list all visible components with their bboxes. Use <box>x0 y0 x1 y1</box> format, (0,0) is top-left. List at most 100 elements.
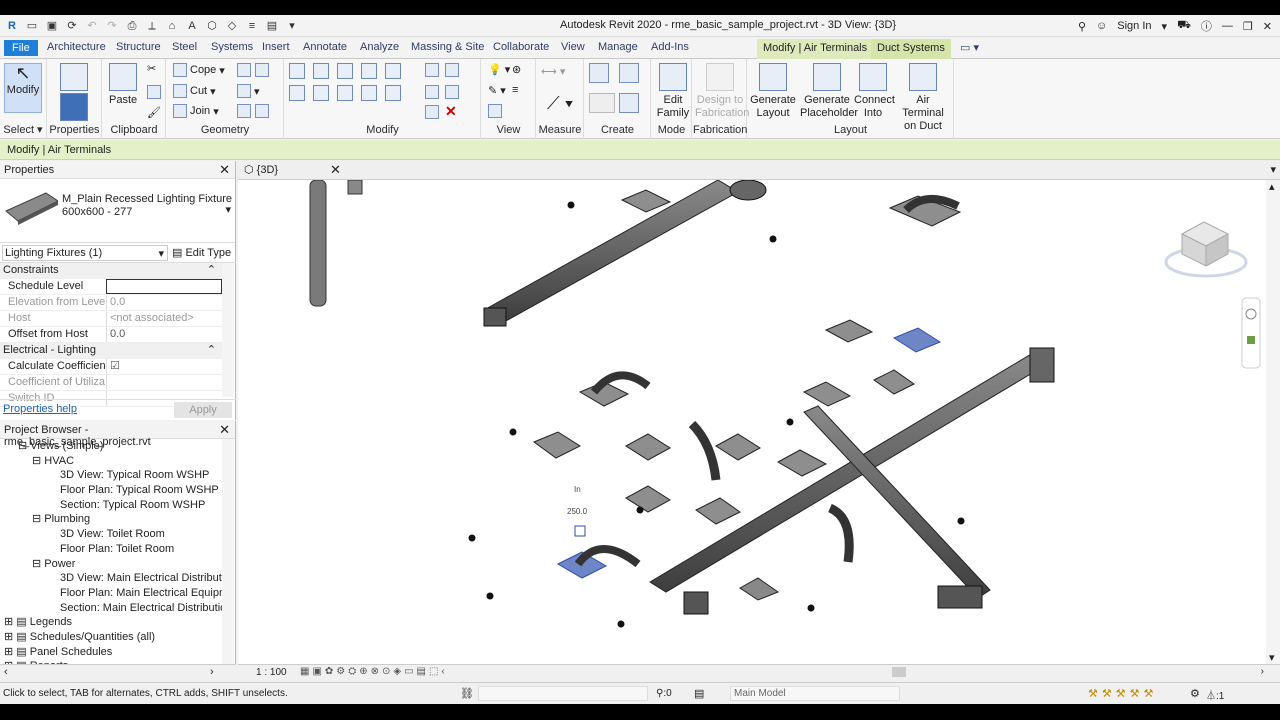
browser-tree-item[interactable]: ⊟ HVAC <box>0 454 222 469</box>
air-terminal-on-duct-button[interactable]: Air Terminal on Duct <box>896 63 950 133</box>
browser-tree-item[interactable]: ⊞ ▤ Legends <box>0 615 222 630</box>
remove-paint-icon[interactable] <box>255 104 269 118</box>
type-properties-button[interactable] <box>60 63 88 94</box>
measure-icon[interactable]: ⟷ ▾ <box>541 65 565 78</box>
create-similar-icon[interactable] <box>619 93 639 113</box>
cut-button[interactable]: Cut ▾ <box>173 84 216 98</box>
collapse-icon[interactable]: ⊟ <box>32 558 44 570</box>
browser-tree-item[interactable]: Floor Plan: Typical Room WSHP <box>0 483 222 498</box>
browser-tree-item[interactable]: ⊟ Plumbing <box>0 512 222 527</box>
thin-lines-icon[interactable]: ≡ <box>244 18 260 34</box>
3d-view-tab[interactable]: ⬡ {3D} <box>244 163 278 176</box>
selection-toggles[interactable]: ⚒⚒⚒⚒⚒ <box>1088 687 1157 700</box>
expand-icon[interactable]: ⊞ <box>4 646 16 658</box>
dimension-icon[interactable]: ⟋ ▾ <box>547 93 573 114</box>
view-control-icons[interactable]: ▦▣✿⚙⛭⊕⊗⊙◈▭▤⬚‹ <box>300 666 448 677</box>
trim-single-icon[interactable] <box>425 105 439 119</box>
switch-windows-icon[interactable]: ▤ <box>264 18 280 34</box>
browser-tree-item[interactable]: 3D View: Typical Room WSHP <box>0 468 222 483</box>
browser-tree-item[interactable]: ⊞ ▤ Schedules/Quantities (all) <box>0 630 222 645</box>
join-button[interactable]: Join ▾ <box>173 104 219 118</box>
customize-qat-icon[interactable]: ▾ <box>284 18 300 34</box>
select-dropdown[interactable]: Select ▾ <box>0 123 46 136</box>
browser-tree-item[interactable]: ⊟ Power <box>0 557 222 572</box>
selection-control[interactable] <box>574 525 586 537</box>
default-3d-icon[interactable]: ⬡ <box>204 18 220 34</box>
browser-hscroll[interactable]: ‹ › <box>0 664 236 680</box>
property-category[interactable]: Electrical - Lighting ⌃ <box>0 343 222 359</box>
tab-massing-site[interactable]: Massing & Site <box>411 41 484 53</box>
edit-type-button[interactable]: ▤ Edit Type <box>172 246 231 259</box>
browser-tree-item[interactable]: ⊞ ▤ Panel Schedules <box>0 645 222 660</box>
tab-analyze[interactable]: Analyze <box>360 41 399 53</box>
tab-modify-air-terminals[interactable]: Modify | Air Terminals <box>757 39 874 59</box>
chevron-down-icon[interactable]: ▾ <box>1270 163 1276 176</box>
offset-icon[interactable] <box>313 63 329 79</box>
hide-icon[interactable]: 💡 ▾ <box>488 63 510 76</box>
browser-tree-item[interactable]: Floor Plan: Main Electrical Equipmen <box>0 586 222 601</box>
create-parts-icon[interactable] <box>619 63 639 83</box>
binoculars-icon[interactable]: ⚲ <box>1078 20 1086 33</box>
undo-icon[interactable]: ↶ <box>84 18 100 34</box>
ribbon-options-icon[interactable]: ▭ ▾ <box>960 41 979 54</box>
revit-logo-icon[interactable]: R <box>4 18 20 34</box>
unpin-icon[interactable] <box>425 85 439 99</box>
tab-file[interactable]: File <box>4 40 38 56</box>
create-group-icon[interactable] <box>589 93 615 113</box>
tab-steel[interactable]: Steel <box>172 41 197 53</box>
design-options-icon[interactable]: ▤ <box>694 687 704 700</box>
type-selector[interactable]: M_Plain Recessed Lighting Fixture 600x600… <box>0 179 235 243</box>
copy-clip-icon[interactable] <box>147 85 161 99</box>
tab-structure[interactable]: Structure <box>116 41 161 53</box>
collapse-icon[interactable]: ⊟ <box>32 513 44 525</box>
create-assembly-icon[interactable] <box>589 63 609 83</box>
mirror-axis-icon[interactable] <box>337 63 353 79</box>
pin-icon[interactable] <box>445 63 459 77</box>
generate-placeholder-button[interactable]: Generate Placeholder <box>800 63 858 120</box>
sign-in-link[interactable]: Sign In <box>1117 20 1151 32</box>
lighting-fixtures[interactable] <box>468 201 965 628</box>
connect-into-button[interactable]: Connect Into <box>854 63 895 120</box>
collapse-icon[interactable]: ⌃ <box>207 263 222 278</box>
tab-add-ins[interactable]: Add-Ins <box>651 41 689 53</box>
workset-dropdown[interactable] <box>478 686 648 701</box>
close-icon[interactable]: ✕ <box>219 422 230 438</box>
modify-button[interactable]: ↖ Modify <box>4 63 42 113</box>
browser-tree-item[interactable]: Section: Typical Room WSHP <box>0 498 222 513</box>
wall-joins-icon[interactable] <box>237 63 251 77</box>
align-icon[interactable] <box>289 63 305 79</box>
browser-tree-item[interactable]: 3D View: Main Electrical Distributior <box>0 571 222 586</box>
edit-family-button[interactable]: Edit Family <box>656 63 690 120</box>
browser-scrollbar[interactable] <box>222 439 234 667</box>
chevron-down-icon[interactable]: ▾ <box>225 203 231 216</box>
text-icon[interactable]: A <box>184 18 200 34</box>
help-icon[interactable]: ⓘ <box>1201 18 1212 34</box>
property-value[interactable]: <not associated> <box>106 311 222 326</box>
3d-viewport[interactable]: In 250.0 <box>238 179 1266 664</box>
worksets-icon[interactable]: ⛓ <box>460 687 474 700</box>
viewport-scrollbar[interactable]: ▴ ▾ <box>1266 180 1280 664</box>
main-duct[interactable] <box>649 347 1055 615</box>
tag-icon[interactable]: ⌂ <box>164 18 180 34</box>
rotate-icon[interactable] <box>337 85 353 101</box>
tab-manage[interactable]: Manage <box>598 41 638 53</box>
property-value[interactable]: 0.0 <box>106 295 222 310</box>
copy-icon[interactable] <box>313 85 329 101</box>
save-icon[interactable]: ▣ <box>44 18 60 34</box>
cart-icon[interactable]: ⛟ <box>1177 19 1191 33</box>
properties-scrollbar[interactable] <box>222 263 234 397</box>
split-face-icon[interactable] <box>255 63 269 77</box>
browser-tree-item[interactable]: 3D View: Toilet Room <box>0 527 222 542</box>
expand-icon[interactable]: ⊞ <box>4 616 16 628</box>
property-value[interactable] <box>106 279 222 294</box>
view-scale[interactable]: 1 : 100 <box>256 667 287 678</box>
design-to-fabrication-button[interactable]: Design to Fabrication <box>695 63 749 120</box>
instance-filter-dropdown[interactable]: Lighting Fixtures (1) ▾ <box>2 245 168 261</box>
split-gap-icon[interactable] <box>445 85 459 99</box>
tab-insert[interactable]: Insert <box>262 41 290 53</box>
navigation-bar[interactable] <box>1241 297 1261 369</box>
restore-icon[interactable]: ❐ <box>1243 20 1253 33</box>
tab-systems[interactable]: Systems <box>211 41 253 53</box>
properties-help-link[interactable]: Properties help <box>3 403 77 415</box>
override-graphics-icon[interactable]: ✎ ▾ <box>488 84 506 97</box>
